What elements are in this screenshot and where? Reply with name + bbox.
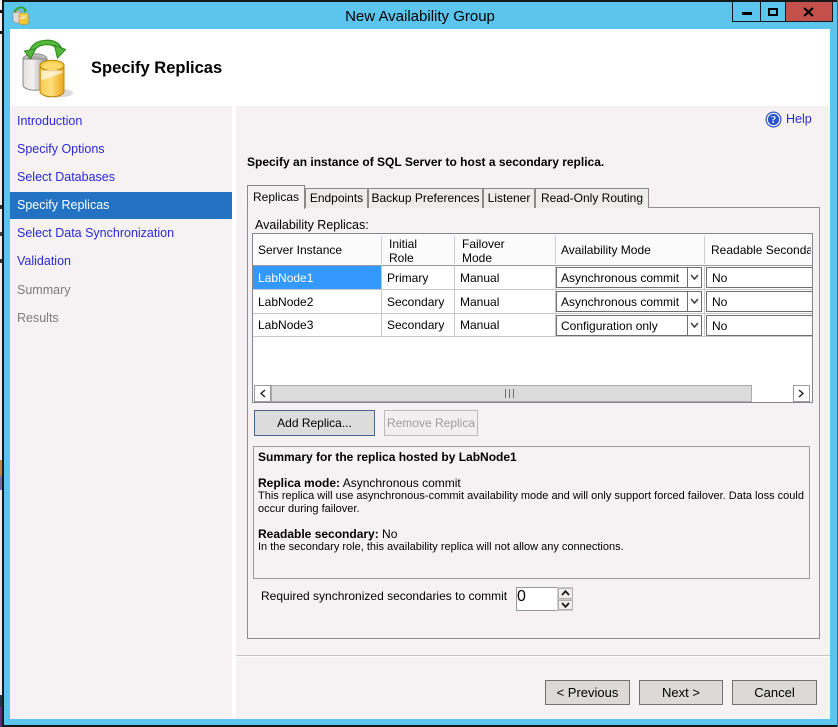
- svg-text:?: ?: [771, 115, 776, 126]
